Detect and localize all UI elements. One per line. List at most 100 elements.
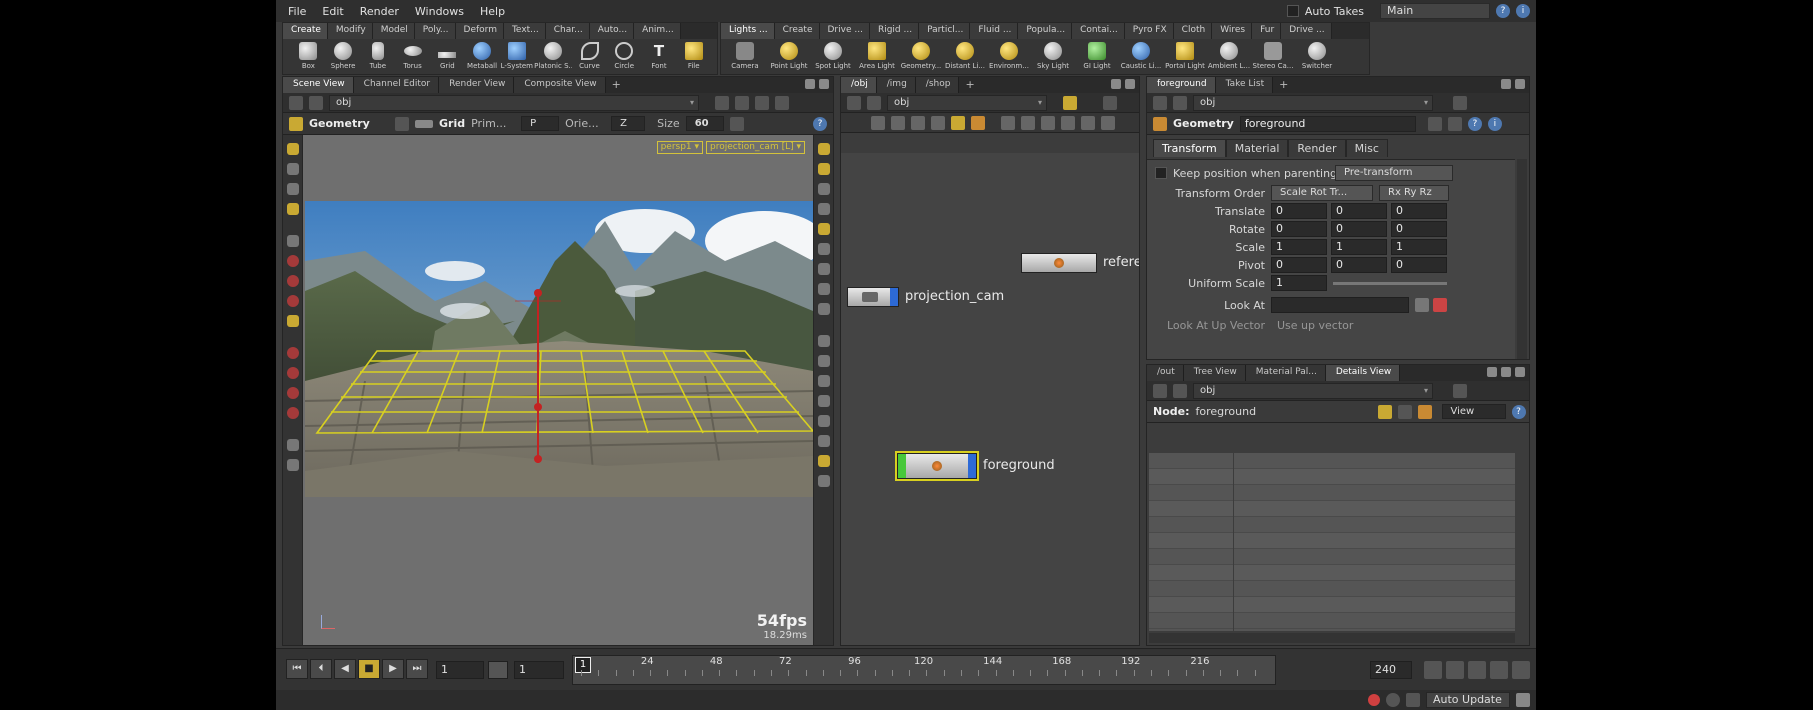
shelf-tab-deform[interactable]: Deform [455, 23, 504, 39]
tab-shop[interactable]: /shop [915, 77, 960, 93]
frame-ruler[interactable]: 1 24 48 72 96 120 144 168 192 216 [572, 655, 1276, 685]
pivot-x-field[interactable]: 0 [1271, 257, 1327, 273]
tool-tube[interactable]: Tube [360, 42, 395, 70]
tool-grid[interactable]: Grid [430, 42, 465, 70]
menu-render[interactable]: Render [360, 5, 399, 18]
size-field[interactable]: 60 [685, 116, 724, 131]
tool-metaball[interactable]: Metaball [465, 42, 500, 70]
scale-x-field[interactable]: 1 [1271, 239, 1327, 255]
info-icon[interactable]: i [1516, 4, 1530, 18]
more-display-icon[interactable] [817, 475, 830, 487]
background-icon[interactable] [817, 243, 830, 255]
tool-geometry-light[interactable]: Geometry... [899, 42, 943, 70]
pivot-z-field[interactable]: 0 [1391, 257, 1447, 273]
shelf-tab-text[interactable]: Text... [503, 23, 546, 39]
shelf-tab-pyrofx[interactable]: Pyro FX [1124, 23, 1174, 39]
shelf-tab-fluid[interactable]: Fluid ... [970, 23, 1019, 39]
start-frame-field[interactable]: 1 [514, 661, 564, 679]
shelf-tab-create-dyn[interactable]: Create [774, 23, 820, 39]
shelf-tab-anim[interactable]: Anim... [634, 23, 681, 39]
uniform-scale-slider[interactable] [1333, 282, 1447, 285]
param-maximize-icon[interactable] [1515, 79, 1525, 89]
param-path-field[interactable]: obj ▾ [1193, 94, 1433, 111]
network-pane-menu-icon[interactable] [1111, 79, 1121, 89]
layout-icon[interactable] [931, 115, 945, 130]
pivot-y-field[interactable]: 0 [1331, 257, 1387, 273]
network-gear-icon[interactable] [1103, 95, 1117, 110]
network-pin-icon[interactable] [1063, 95, 1077, 110]
tool-file[interactable]: File [676, 42, 711, 70]
node-foreground[interactable] [895, 451, 979, 481]
look-at-field[interactable] [1271, 297, 1409, 313]
add-network-tab-icon[interactable]: + [959, 77, 980, 93]
view-select[interactable]: View [1441, 404, 1506, 419]
shelf-tab-modify[interactable]: Modify [327, 23, 373, 39]
grid-mode-icon[interactable] [911, 115, 925, 130]
stop-icon[interactable]: ■ [358, 659, 380, 679]
folder-tab-transform[interactable]: Transform [1153, 139, 1226, 157]
flipbook-icon[interactable] [817, 455, 830, 467]
key-options-icon[interactable] [1490, 661, 1508, 679]
translate-y-field[interactable]: 0 [1331, 203, 1387, 219]
pane-menu-icon[interactable] [805, 79, 815, 89]
lighting-icon[interactable] [817, 263, 830, 275]
shelf-tab-fur[interactable]: Fur [1252, 23, 1282, 39]
ghost-icon[interactable] [817, 223, 830, 235]
add-tab-icon[interactable]: + [606, 77, 627, 93]
tab-details-view[interactable]: Details View [1325, 365, 1401, 381]
shading-icon[interactable] [817, 183, 830, 195]
tool-distant-light[interactable]: Distant Li... [943, 42, 987, 70]
snapshot-icon[interactable] [775, 95, 789, 110]
tool-lsystem[interactable]: L-System [499, 42, 534, 70]
node-projection-cam[interactable] [847, 287, 899, 307]
tab-obj[interactable]: /obj [841, 77, 877, 93]
add-param-tab-icon[interactable]: + [1273, 77, 1294, 93]
select-tool-icon[interactable] [286, 143, 299, 155]
move-tool-icon[interactable] [286, 163, 299, 175]
folder-tab-misc[interactable]: Misc [1345, 139, 1388, 157]
shelf-tab-rigid[interactable]: Rigid ... [869, 23, 920, 39]
param-pane-menu-icon[interactable] [1501, 79, 1511, 89]
tab-scene-view[interactable]: Scene View [283, 77, 354, 93]
network-options-icon[interactable] [1081, 115, 1095, 130]
keep-position-checkbox[interactable] [1155, 167, 1167, 179]
jump-start-icon[interactable]: ⏮ [286, 659, 308, 679]
performance-icon[interactable] [1406, 693, 1420, 707]
rotate-order-select[interactable]: Rx Ry Rz [1379, 185, 1449, 201]
tool-platonic[interactable]: Platonic S... [534, 42, 572, 70]
display-flag[interactable] [890, 288, 898, 306]
lock-camera-icon[interactable] [817, 143, 830, 155]
folder-tab-render[interactable]: Render [1288, 139, 1346, 157]
bone-tool-icon[interactable] [286, 367, 299, 379]
end-frame-field[interactable]: 240 [1370, 661, 1412, 679]
orient-select[interactable]: Z [611, 116, 646, 131]
pose-tool-icon[interactable] [286, 255, 299, 267]
details-help-icon[interactable]: ? [1511, 404, 1526, 419]
shelf-tab-char[interactable]: Char... [545, 23, 590, 39]
details-back-icon[interactable] [1153, 383, 1167, 398]
snap-tool-icon[interactable] [286, 347, 299, 359]
look-at-up-value[interactable]: Use up vector [1277, 319, 1353, 332]
desktop-select[interactable]: Main [1380, 3, 1490, 19]
rotate-y-field[interactable]: 0 [1331, 221, 1387, 237]
current-frame-field[interactable]: 1 [436, 661, 484, 679]
param-info-icon[interactable]: i [1487, 116, 1502, 131]
shelf-tab-container[interactable]: Contai... [1072, 23, 1125, 39]
network-box-icon[interactable] [971, 115, 985, 130]
magnet-tool-icon[interactable] [286, 315, 299, 327]
tab-material-palette[interactable]: Material Pal... [1245, 365, 1326, 381]
tab-img[interactable]: /img [876, 77, 916, 93]
scene-viewport[interactable]: persp1 ▾ projection_cam [L] ▾ 54fps 18.2… [303, 135, 813, 645]
param-back-icon[interactable] [1153, 95, 1167, 110]
scene-path-field[interactable]: obj ▾ [329, 94, 699, 111]
auto-update-select[interactable]: Auto Update [1426, 692, 1510, 708]
play-reverse-icon[interactable]: ◀ [334, 659, 356, 679]
prim-select[interactable]: P [521, 116, 560, 131]
details-node-icon[interactable] [1417, 404, 1432, 419]
network-path-field[interactable]: obj ▾ [887, 94, 1047, 111]
shelf-tab-particles[interactable]: Particl... [919, 23, 971, 39]
param-lock-icon[interactable] [1447, 116, 1462, 131]
details-forward-icon[interactable] [1173, 383, 1187, 398]
back-icon[interactable] [289, 95, 303, 110]
menu-windows[interactable]: Windows [415, 5, 464, 18]
